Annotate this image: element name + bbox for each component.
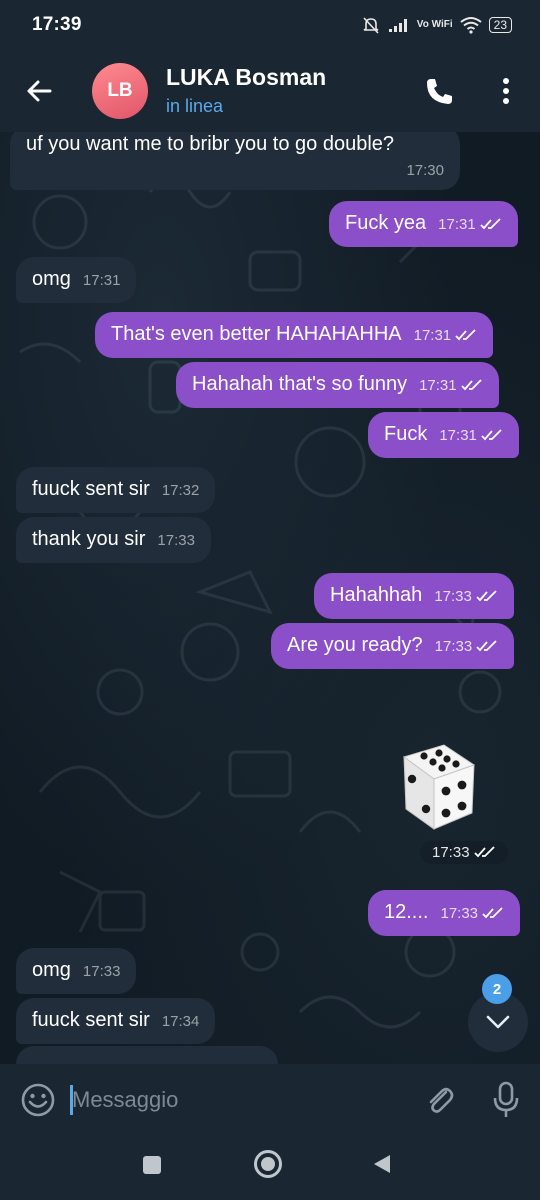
phone-icon[interactable] — [423, 76, 455, 108]
message-text: omg — [32, 268, 71, 290]
message-time: 17:33 — [434, 588, 472, 605]
message-text: fuuck sent sir — [32, 478, 150, 500]
message-outgoing[interactable]: Fuck 17:31 — [368, 412, 519, 458]
dice-message-time: 17:33 — [420, 841, 508, 864]
message-time: 17:33 — [440, 905, 479, 922]
wifi-icon — [460, 17, 482, 34]
message-outgoing[interactable]: Hahahhah 17:33 — [314, 573, 514, 619]
message-text: Are you ready? — [287, 634, 423, 656]
attach-icon[interactable] — [422, 1082, 458, 1118]
signal-icon — [388, 19, 407, 32]
message-text: thank you sir — [32, 528, 146, 550]
message-text: That's even better HAHAHAHHA — [111, 323, 402, 345]
read-ticks-icon — [482, 907, 503, 919]
message-outgoing[interactable]: Fuck yea 17:31 — [329, 201, 518, 247]
read-ticks-icon — [473, 846, 495, 858]
status-bar: 17:39 Vo WiFi 23 — [0, 0, 540, 50]
message-outgoing[interactable]: Hahahah that's so funny 17:31 — [176, 362, 499, 408]
message-time: 17:33 — [82, 963, 121, 980]
message-incoming[interactable]: omg 17:33 — [16, 948, 137, 994]
message-time: 17:31 — [419, 377, 457, 394]
message-text: fuuck sent sir — [32, 1009, 150, 1031]
mute-bell-icon — [363, 17, 379, 34]
message-time: 17:30 — [406, 162, 444, 179]
home-icon[interactable] — [254, 1150, 282, 1178]
dice-sticker[interactable] — [384, 739, 480, 835]
message-incoming[interactable]: uf you want me to bribr you to go double… — [10, 132, 460, 190]
chat-header: LB LUKA Bosman in linea — [0, 50, 540, 132]
message-time: 17:31 — [82, 272, 121, 289]
message-outgoing[interactable]: That's even better HAHAHAHHA 17:31 — [95, 312, 494, 358]
avatar[interactable]: LB — [92, 63, 148, 119]
read-ticks-icon — [460, 379, 482, 391]
message-text: Fuck yea — [345, 212, 427, 234]
message-time: 17:31 — [438, 216, 476, 233]
unread-count-badge: 2 — [482, 974, 512, 1004]
message-time: 17:34 — [161, 1013, 200, 1030]
recents-icon[interactable] — [143, 1156, 161, 1174]
read-ticks-icon — [481, 429, 502, 441]
message-text: Hahahah that's so funny — [192, 373, 408, 395]
message-incoming[interactable]: fuuck sent sir 17:32 — [16, 467, 216, 513]
message-incoming[interactable]: thank you sir 17:33 — [16, 517, 211, 563]
more-vert-icon[interactable] — [494, 74, 518, 108]
message-incoming-partial[interactable] — [16, 1046, 278, 1064]
contact-status: in linea — [166, 96, 224, 116]
emoji-icon[interactable] — [20, 1082, 56, 1118]
system-nav-bar — [0, 1136, 540, 1200]
read-ticks-icon — [476, 590, 497, 602]
status-time: 17:39 — [32, 14, 82, 35]
microphone-icon[interactable] — [490, 1080, 522, 1120]
battery-icon: 23 — [488, 17, 512, 33]
message-incoming[interactable]: fuuck sent sir 17:34 — [16, 998, 216, 1044]
message-outgoing[interactable]: Are you ready? 17:33 — [271, 623, 515, 669]
chevron-down-icon — [486, 1015, 510, 1029]
vowifi-icon: Vo WiFi — [416, 19, 453, 30]
message-incoming[interactable]: omg 17:31 — [16, 257, 137, 303]
status-icons: Vo WiFi 23 — [361, 15, 512, 35]
read-ticks-icon — [476, 640, 497, 652]
back-arrow-icon[interactable] — [22, 74, 56, 108]
chat-area[interactable]: uf you want me to bribr you to go double… — [0, 132, 540, 1064]
back-icon[interactable] — [372, 1153, 392, 1175]
message-time: 17:33 — [434, 638, 473, 655]
message-time: 17:31 — [439, 427, 477, 444]
message-composer — [0, 1064, 540, 1136]
message-time: 17:33 — [157, 532, 195, 549]
message-text: uf you want me to bribr you to go double… — [26, 133, 395, 155]
message-text: omg — [32, 959, 71, 981]
message-time: 17:32 — [161, 482, 200, 499]
read-ticks-icon — [455, 329, 476, 341]
message-input[interactable] — [72, 1078, 402, 1122]
message-time: 17:31 — [413, 327, 452, 344]
message-text: Hahahhah — [330, 584, 423, 606]
message-outgoing[interactable]: 12.... 17:33 — [368, 890, 521, 936]
message-text: Fuck — [384, 423, 428, 445]
contact-name[interactable]: LUKA Bosman — [166, 64, 326, 91]
message-text: 12.... — [384, 901, 429, 923]
read-ticks-icon — [480, 218, 501, 230]
